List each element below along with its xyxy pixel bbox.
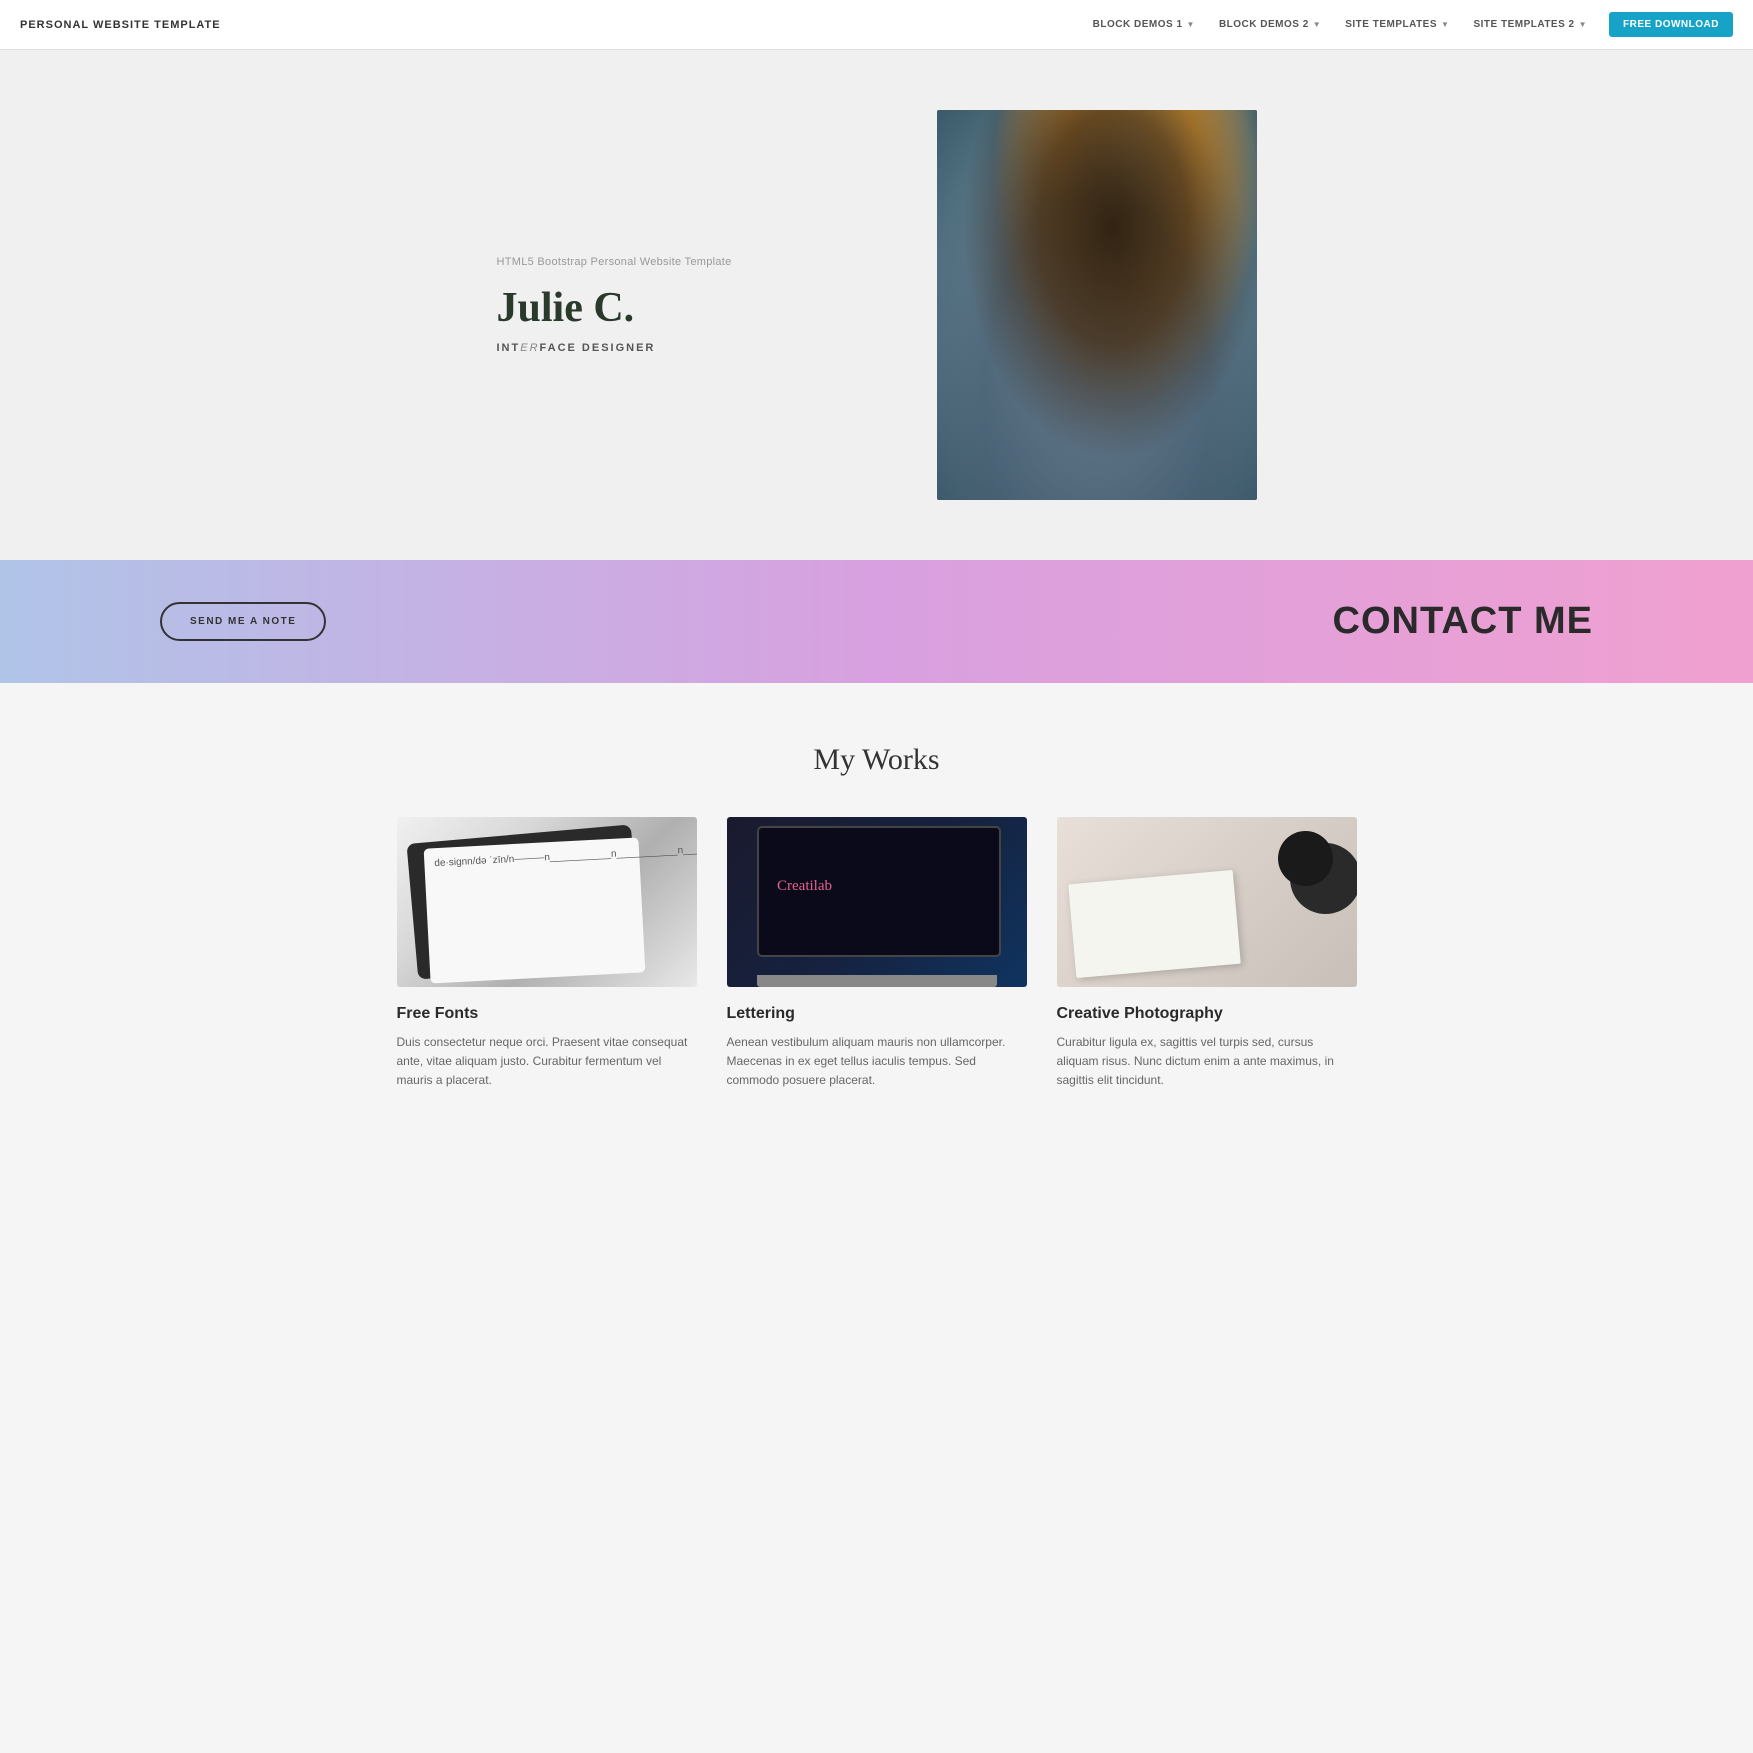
nav-site-templates-2[interactable]: SITE TEMPLATES 2 ▼ [1463, 13, 1597, 36]
work-title-1: Free Fonts [397, 1005, 697, 1023]
work-card-1: Free Fonts Duis consectetur neque orci. … [397, 817, 697, 1091]
chevron-down-icon: ▼ [1187, 20, 1195, 29]
svg-text:Creatilab: Creatilab [777, 878, 832, 894]
work-image-photography [1057, 817, 1357, 987]
works-grid: Free Fonts Duis consectetur neque orci. … [80, 817, 1673, 1091]
work-desc-3: Curabitur ligula ex, sagittis vel turpis… [1057, 1033, 1357, 1091]
work-desc-2: Aenean vestibulum aliquam mauris non ull… [727, 1033, 1027, 1091]
chevron-down-icon: ▼ [1441, 20, 1449, 29]
work-image-free-fonts [397, 817, 697, 987]
work-title-3: Creative Photography [1057, 1005, 1357, 1023]
chevron-down-icon: ▼ [1579, 20, 1587, 29]
works-section: My Works Free Fonts Duis consectetur neq… [0, 683, 1753, 1171]
contact-title: CONTACT ME [1333, 600, 1594, 643]
chevron-down-icon: ▼ [1313, 20, 1321, 29]
navbar: PERSONAL WEBSITE TEMPLATE BLOCK DEMOS 1 … [0, 0, 1753, 50]
work-title-2: Lettering [727, 1005, 1027, 1023]
work-card-2: Creatilab Lettering Aenean vestibulum al… [727, 817, 1027, 1091]
nav-block-demos-2[interactable]: BLOCK DEMOS 2 ▼ [1209, 13, 1331, 36]
contact-banner: SEND ME A NOTE CONTACT ME [0, 560, 1753, 683]
work-image-lettering: Creatilab [727, 817, 1027, 987]
hero-text: HTML5 Bootstrap Personal Website Templat… [497, 256, 877, 354]
nav-links: BLOCK DEMOS 1 ▼ BLOCK DEMOS 2 ▼ SITE TEM… [1083, 12, 1733, 37]
nav-block-demos-1[interactable]: BLOCK DEMOS 1 ▼ [1083, 13, 1205, 36]
hero-image-wrapper [937, 110, 1257, 500]
send-note-button[interactable]: SEND ME A NOTE [160, 602, 326, 641]
works-section-title: My Works [80, 743, 1673, 777]
lettering-svg: Creatilab [772, 860, 872, 910]
work-card-3: Creative Photography Curabitur ligula ex… [1057, 817, 1357, 1091]
hero-name: Julie C. [497, 284, 877, 332]
site-brand: PERSONAL WEBSITE TEMPLATE [20, 19, 221, 31]
hero-image [937, 110, 1257, 500]
hero-role: INTERFACE DESIGNER [497, 342, 877, 354]
hero-subtitle: HTML5 Bootstrap Personal Website Templat… [497, 256, 877, 268]
hero-section: HTML5 Bootstrap Personal Website Templat… [0, 50, 1753, 560]
work-desc-1: Duis consectetur neque orci. Praesent vi… [397, 1033, 697, 1091]
free-download-button[interactable]: FREE DOWNLOAD [1609, 12, 1733, 37]
nav-site-templates[interactable]: SITE TEMPLATES ▼ [1335, 13, 1459, 36]
